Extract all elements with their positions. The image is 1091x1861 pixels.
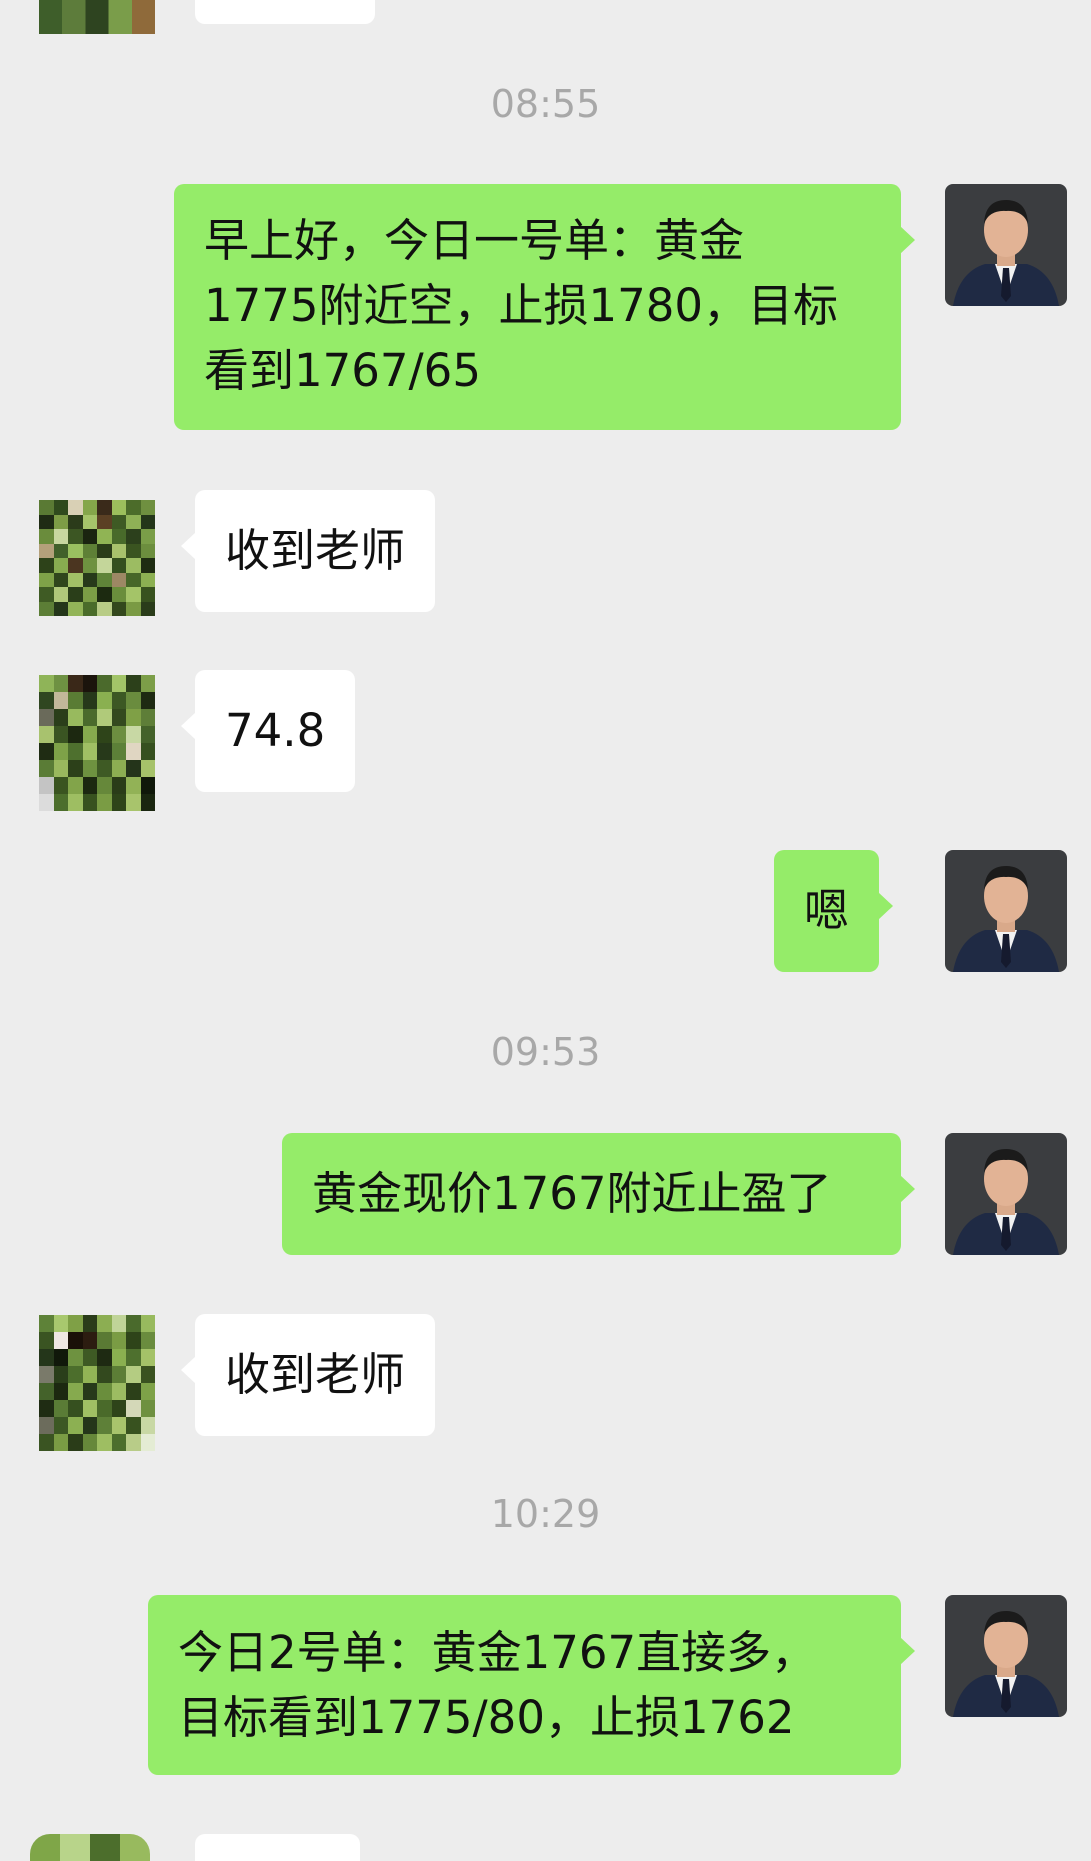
pixelated-green-avatar-icon[interactable] <box>39 675 155 811</box>
pixelated-green-avatar-icon[interactable] <box>39 500 155 616</box>
pixelated-green-avatar-icon[interactable] <box>39 1315 155 1451</box>
message-bubble-second-order[interactable]: 今日2号单：黄金1767直接多， 目标看到1775/80，止损1762 <box>148 1595 915 1775</box>
message-bubble-received[interactable]: 收到老师 <box>180 1314 436 1436</box>
partial-contact-avatar <box>30 1834 150 1861</box>
timestamp-1029: 10:29 <box>490 1492 601 1536</box>
teacher-portrait-avatar-icon[interactable] <box>945 850 1067 972</box>
partial-contact-avatar <box>39 0 155 34</box>
timestamp-0953: 09:53 <box>490 1030 601 1074</box>
message-line: 早上好，今日一号单：黄金 <box>204 214 745 267</box>
teacher-portrait-avatar-icon[interactable] <box>945 184 1067 306</box>
teacher-portrait-avatar-icon[interactable] <box>945 1595 1067 1717</box>
message-bubble-received[interactable]: 收到老师 <box>180 490 436 612</box>
message-bubble-first-order[interactable]: 早上好，今日一号单：黄金 1775附近空，止损1780，目标 看到1767/65 <box>174 184 915 430</box>
message-bubble-received[interactable]: 74.8 <box>180 670 356 792</box>
teacher-portrait-avatar-icon[interactable] <box>945 1133 1067 1255</box>
message-line: 今日2号单：黄金1767直接多， <box>178 1626 817 1679</box>
message-bubble-acknowledge[interactable]: 嗯 <box>774 850 894 972</box>
message-line: 1775附近空，止损1780，目标 <box>204 279 839 332</box>
timestamp-0855: 08:55 <box>490 82 601 126</box>
message-line: 看到1767/65 <box>204 344 481 397</box>
message-bubble-take-profit[interactable]: 黄金现价1767附近止盈了 <box>282 1133 915 1255</box>
partial-message-bubble[interactable] <box>195 1834 360 1861</box>
message-line: 目标看到1775/80，止损1762 <box>178 1691 795 1744</box>
partial-message-bubble[interactable] <box>195 0 375 24</box>
